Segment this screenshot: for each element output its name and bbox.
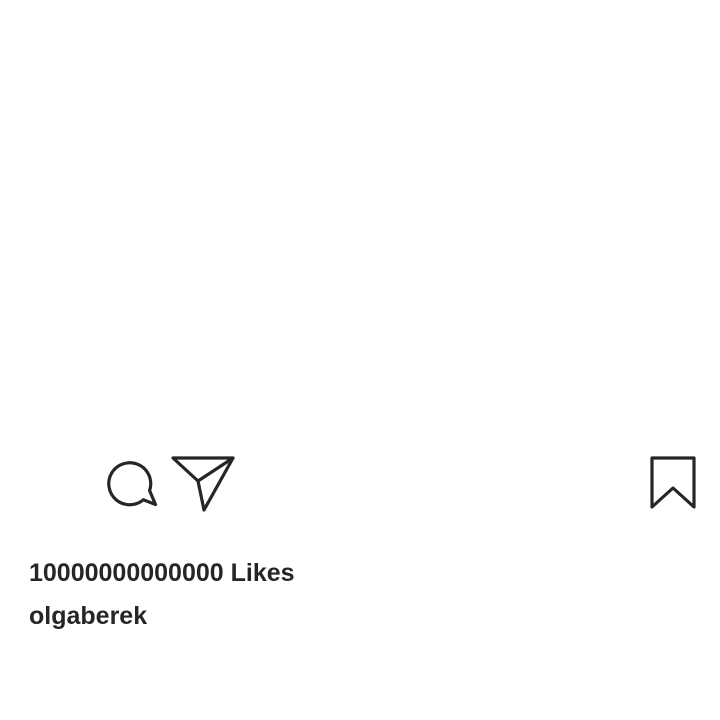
speech-bubble-icon: [107, 461, 158, 507]
like-button[interactable]: [18, 448, 90, 520]
share-button[interactable]: [167, 448, 239, 520]
paper-plane-icon: [171, 456, 235, 512]
post-actions-bar: [0, 448, 720, 520]
comment-button[interactable]: [99, 448, 171, 520]
post-media[interactable]: [0, 0, 720, 440]
likes-count[interactable]: 10000000000000 Likes: [29, 558, 295, 588]
post-username[interactable]: olgaberek: [29, 601, 147, 631]
save-button[interactable]: [637, 448, 709, 520]
bookmark-icon: [650, 456, 696, 509]
post-card: 10000000000000 Likes olgaberek: [0, 0, 720, 720]
